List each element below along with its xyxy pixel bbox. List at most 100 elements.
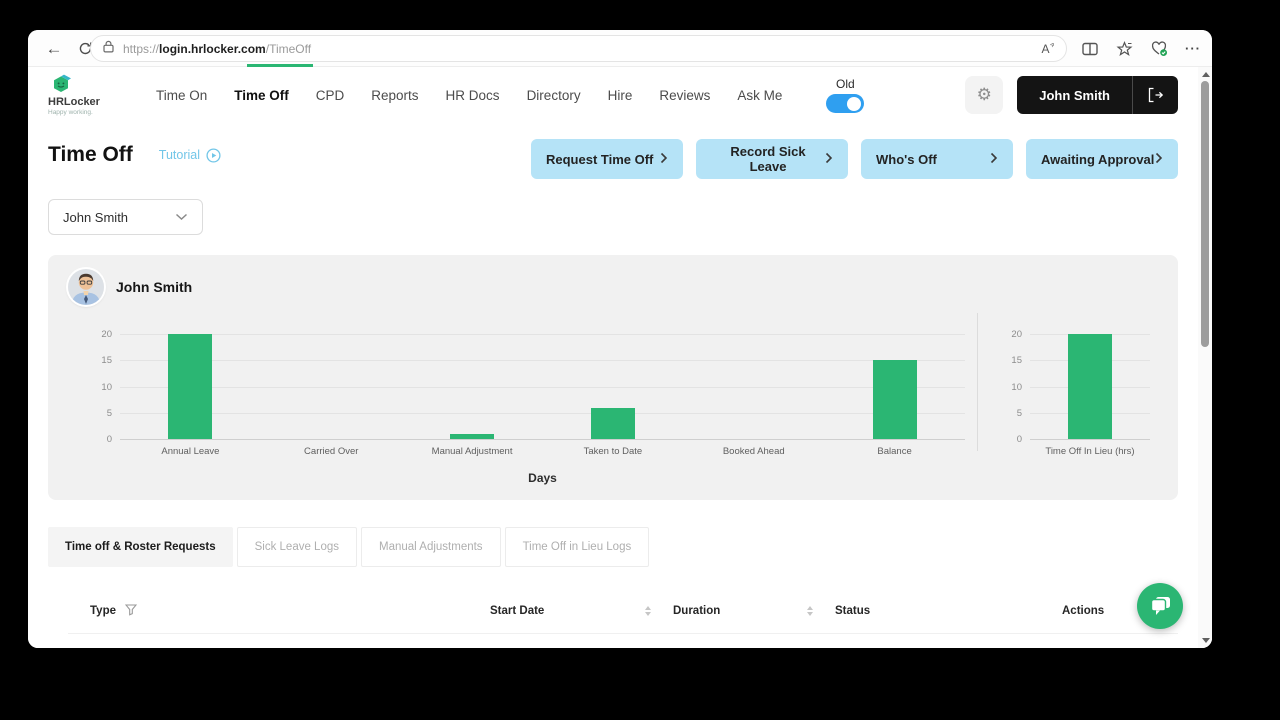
- nav-item-reports[interactable]: Reports: [371, 88, 418, 103]
- split-screen-icon[interactable]: [1082, 30, 1098, 67]
- browser-toolbar: ← https://login.hrlocker.com/TimeOff A» …: [28, 30, 1212, 67]
- bar-time-off-in-lieu-hrs: [1068, 334, 1112, 439]
- tutorial-label: Tutorial: [159, 148, 200, 162]
- button-label: Record Sick Leave: [711, 144, 825, 174]
- employee-select-value: John Smith: [63, 210, 128, 225]
- hrlocker-logo[interactable]: HRLocker Happy working.: [48, 73, 100, 117]
- quick-actions: Request Time Off Record Sick Leave Who's O…: [531, 139, 1178, 179]
- who-s-off-button[interactable]: Who's Off: [861, 139, 1013, 179]
- chat-widget-button[interactable]: [1137, 583, 1183, 629]
- nav-item-time-on[interactable]: Time On: [156, 88, 207, 103]
- nav-item-ask-me[interactable]: Ask Me: [737, 88, 782, 103]
- toggle-switch[interactable]: [826, 94, 864, 113]
- browser-menu-icon[interactable]: ···: [1185, 30, 1201, 67]
- user-menu-button[interactable]: John Smith: [1017, 76, 1178, 114]
- tab-time-off-roster-requests[interactable]: Time off & Roster Requests: [48, 527, 233, 567]
- chevron-down-icon: [175, 213, 188, 221]
- bar-balance: [873, 360, 917, 439]
- vertical-scrollbar[interactable]: [1198, 67, 1212, 648]
- column-label: Status: [835, 605, 870, 617]
- bar-annual-leave: [168, 334, 212, 439]
- browser-essentials-icon[interactable]: [1150, 30, 1169, 67]
- scroll-down-icon[interactable]: [1202, 638, 1210, 643]
- tutorial-link[interactable]: Tutorial: [159, 148, 221, 163]
- y-axis-tick: 5: [994, 408, 1022, 419]
- profile-name: John Smith: [116, 279, 192, 295]
- read-aloud-icon[interactable]: A»: [1042, 42, 1054, 56]
- x-axis-category: Booked Ahead: [683, 446, 824, 457]
- column-header-actions: Actions: [1062, 588, 1104, 634]
- x-axis-category: Taken to Date: [543, 446, 684, 457]
- back-icon[interactable]: ←: [40, 30, 68, 67]
- logout-icon[interactable]: [1133, 87, 1178, 103]
- chart-divider: [977, 313, 978, 451]
- nav-item-hire[interactable]: Hire: [608, 88, 633, 103]
- y-axis-tick: 15: [994, 355, 1022, 366]
- gridline: [120, 387, 965, 388]
- column-header-status: Status: [835, 588, 870, 634]
- column-label: Start Date: [490, 605, 544, 617]
- gridline: [120, 439, 965, 440]
- column-label: Duration: [673, 605, 720, 617]
- progress-indicator: [247, 64, 313, 67]
- gridline: [120, 334, 965, 335]
- toggle-knob: [847, 97, 861, 111]
- chevron-right-icon: [660, 152, 668, 167]
- employee-select[interactable]: John Smith: [48, 199, 203, 235]
- tab-sick-leave-logs[interactable]: Sick Leave Logs: [237, 527, 357, 567]
- balance-chart-card: John Smith 05101520Annual LeaveCarried O…: [48, 255, 1178, 500]
- y-axis-tick: 0: [84, 434, 112, 445]
- browser-window: ← https://login.hrlocker.com/TimeOff A» …: [28, 30, 1212, 648]
- y-axis-tick: 5: [84, 408, 112, 419]
- column-header-type[interactable]: Type: [90, 588, 137, 634]
- user-name: John Smith: [1017, 88, 1132, 103]
- x-axis-category: Time Off In Lieu (hrs): [1030, 446, 1150, 457]
- scrollbar-thumb[interactable]: [1201, 81, 1209, 347]
- chevron-right-icon: [990, 152, 998, 167]
- settings-button[interactable]: ⚙: [965, 76, 1003, 114]
- scroll-up-icon[interactable]: [1202, 72, 1210, 77]
- lock-icon[interactable]: [103, 40, 114, 58]
- nav-item-hr-docs[interactable]: HR Docs: [446, 88, 500, 103]
- employee-profile: John Smith: [68, 269, 192, 305]
- column-header-duration[interactable]: Duration: [673, 588, 720, 634]
- y-axis-tick: 20: [994, 329, 1022, 340]
- column-header-start-date[interactable]: Start Date: [490, 588, 544, 634]
- gridline: [120, 360, 965, 361]
- address-bar[interactable]: https://login.hrlocker.com/TimeOff A»: [90, 35, 1067, 62]
- favorites-star-icon[interactable]: [1116, 30, 1133, 67]
- hrlocker-logo-icon: [48, 73, 72, 96]
- x-axis-category: Annual Leave: [120, 446, 261, 457]
- button-label: Awaiting Approval: [1041, 152, 1154, 167]
- table-header-row: [68, 588, 1178, 634]
- sort-icon[interactable]: [807, 588, 813, 634]
- nav-item-cpd[interactable]: CPD: [316, 88, 345, 103]
- record-sick-leave-button[interactable]: Record Sick Leave: [696, 139, 848, 179]
- bar-manual-adjustment: [450, 434, 494, 439]
- play-circle-icon: [206, 148, 221, 163]
- column-label: Type: [90, 605, 116, 617]
- request-time-off-button[interactable]: Request Time Off: [531, 139, 683, 179]
- filter-icon[interactable]: [125, 604, 137, 619]
- old-toggle-label: Old: [836, 77, 855, 91]
- gridline: [120, 413, 965, 414]
- x-axis-category: Manual Adjustment: [402, 446, 543, 457]
- app-content: HRLocker Happy working. Time On Time Off C…: [28, 67, 1212, 648]
- nav-item-directory[interactable]: Directory: [527, 88, 581, 103]
- y-axis-tick: 0: [994, 434, 1022, 445]
- tab-time-off-in-lieu-logs[interactable]: Time Off in Lieu Logs: [505, 527, 650, 567]
- tab-manual-adjustments[interactable]: Manual Adjustments: [361, 527, 501, 567]
- nav-item-time-off[interactable]: Time Off: [234, 88, 289, 103]
- chat-bubbles-icon: [1148, 595, 1172, 617]
- nav-item-reviews[interactable]: Reviews: [659, 88, 710, 103]
- sort-icon[interactable]: [645, 588, 651, 634]
- logo-tagline: Happy working.: [48, 110, 100, 117]
- x-axis-category: Balance: [824, 446, 965, 457]
- logo-name: HRLocker: [48, 97, 100, 108]
- awaiting-approval-button[interactable]: Awaiting Approval: [1026, 139, 1178, 179]
- y-axis-tick: 10: [994, 382, 1022, 393]
- x-axis-label: Days: [120, 471, 965, 485]
- button-label: Who's Off: [876, 152, 937, 167]
- old-version-toggle[interactable]: Old: [826, 77, 864, 113]
- y-axis-tick: 20: [84, 329, 112, 340]
